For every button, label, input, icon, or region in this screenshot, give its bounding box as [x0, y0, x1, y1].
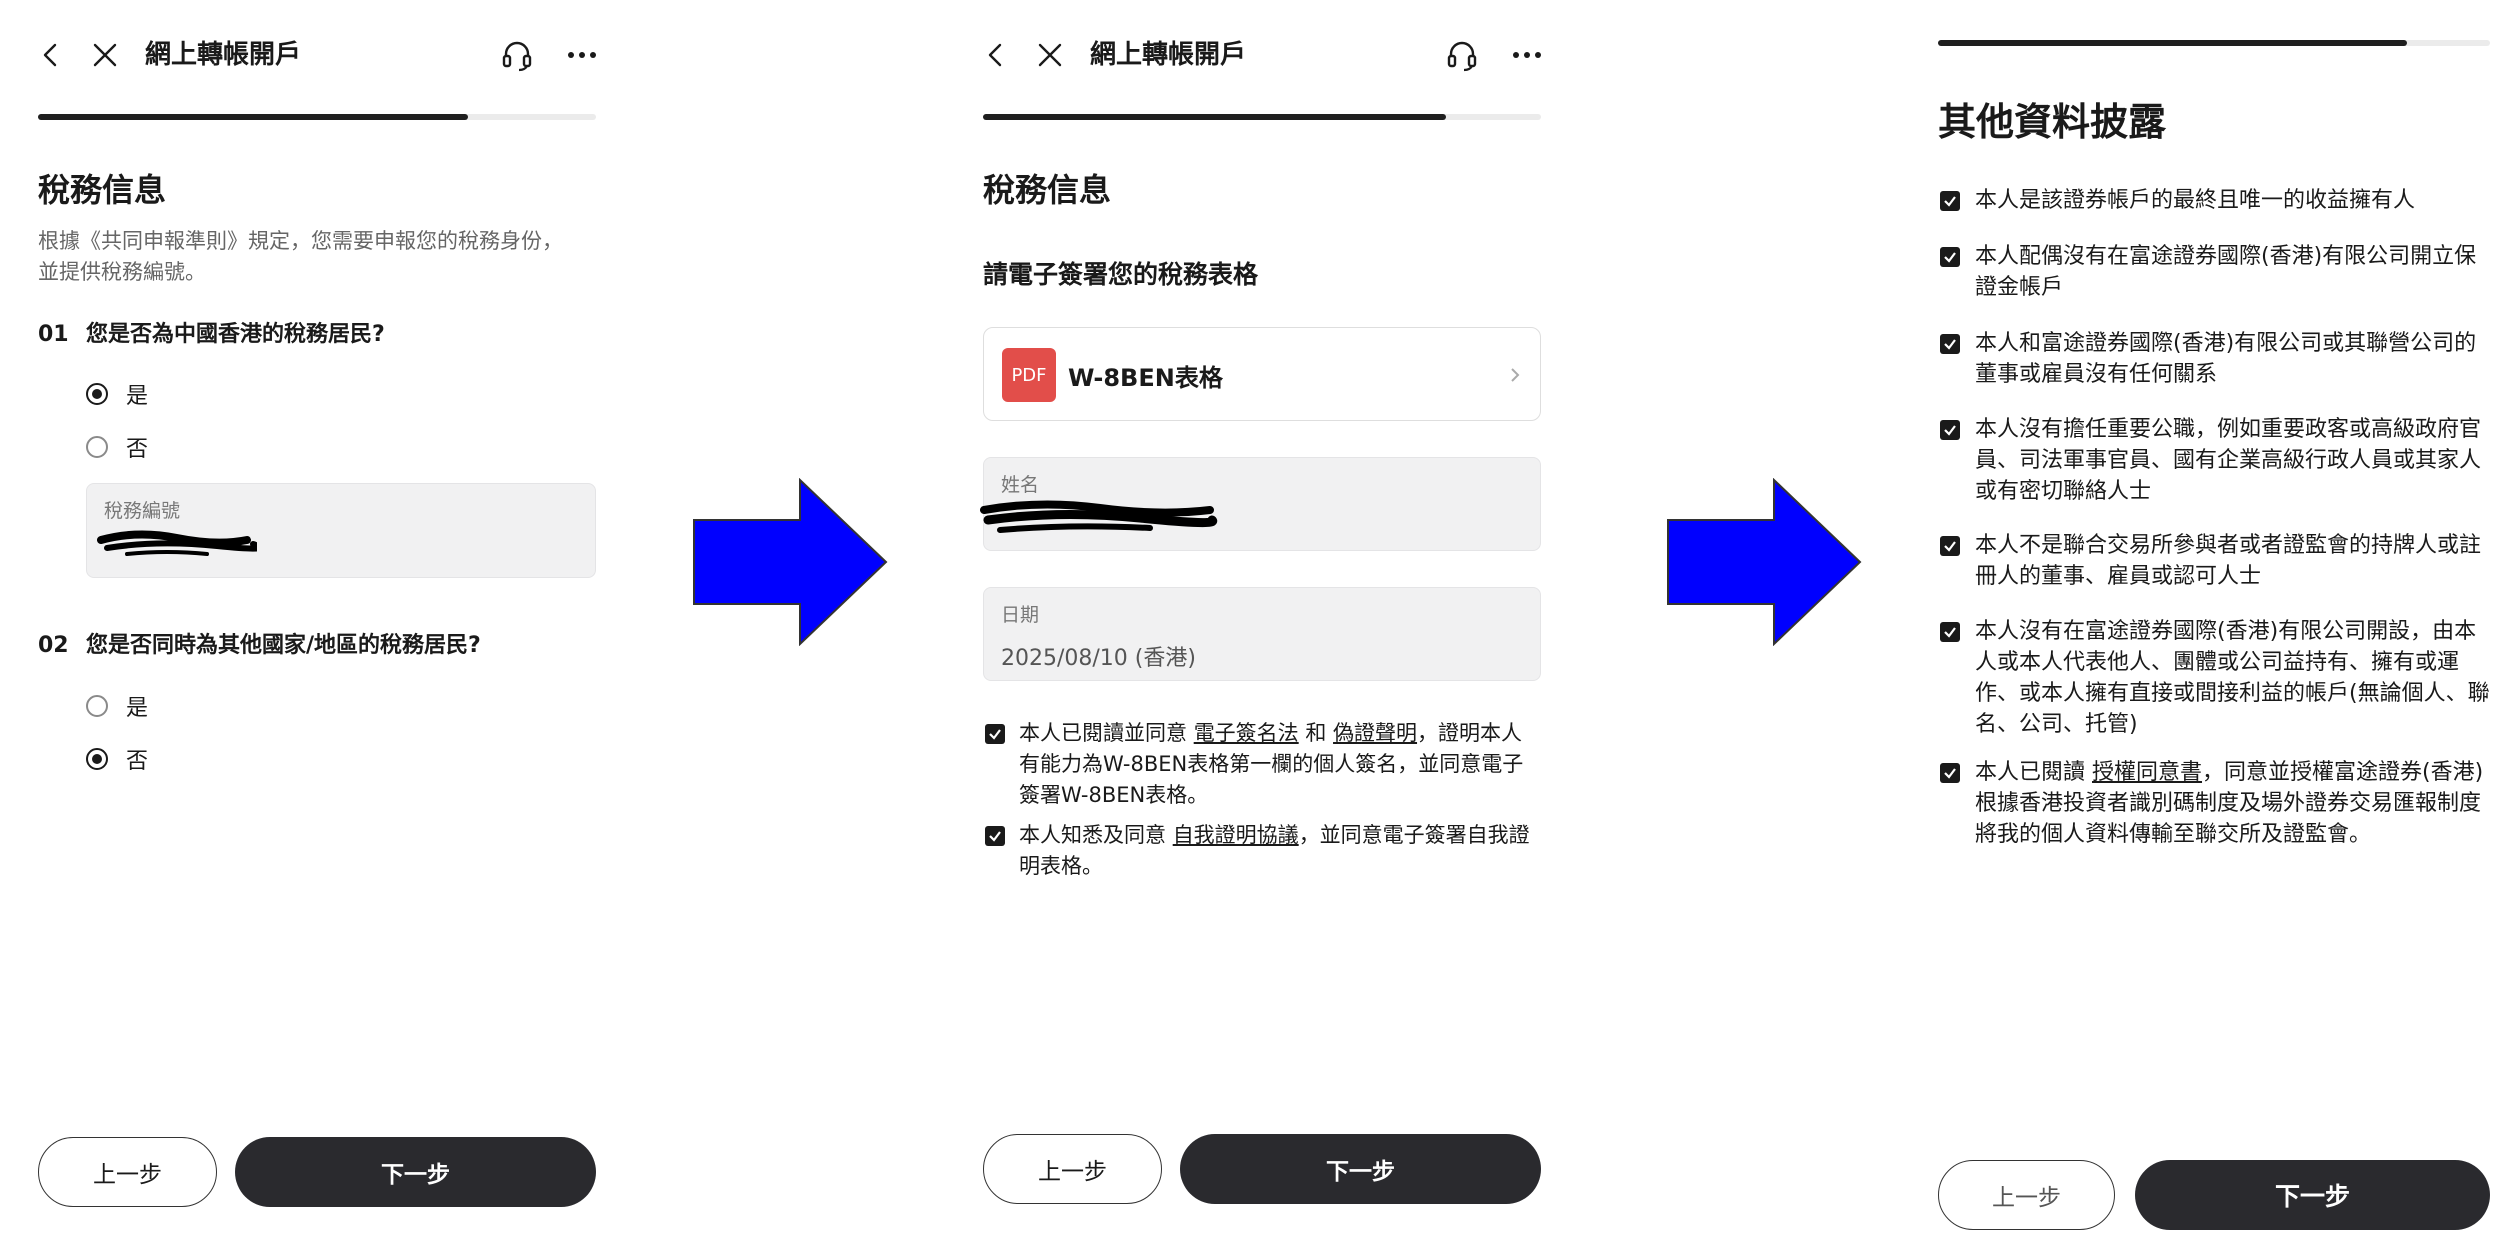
progress-bar — [1938, 40, 2490, 46]
checkbox-checked[interactable] — [1940, 247, 1960, 267]
disclosure-item[interactable]: 本人沒有在富途證券國際(香港)有限公司開設，由本人或本人代表他人、團體或公司益持… — [1938, 616, 2490, 740]
page-title: 其他資料披露 — [1938, 100, 2167, 144]
option-label: 否 — [126, 437, 149, 462]
progress-bar — [983, 114, 1541, 120]
redacted-value — [97, 530, 257, 556]
item-text: 本人不是聯合交易所參與者或者證監會的持牌人或註冊人的董事、雇員或認可人士 — [1975, 533, 2482, 589]
field-label: 姓名 — [1001, 474, 1040, 496]
disclosure-item-authorization[interactable]: 本人已閱讀 授權同意書，同意並授權富途證券(香港)根據香港投資者識別碼制度及場外… — [1938, 757, 2490, 850]
arrow-right-icon — [1667, 478, 1862, 646]
nav-bar: 網上轉帳開戶 — [38, 26, 596, 84]
q1-option-no[interactable]: 否 — [86, 429, 148, 465]
item-text: 本人沒有擔任重要公職，例如重要政客或高級政府官員、司法軍事官員、國有企業高級行政… — [1975, 417, 2482, 504]
redacted-value — [980, 500, 1218, 533]
screen-tax-form-sign: 網上轉帳開戶 稅務信息 請電子簽署您的稅務表格 PDF W-8BEN表格 姓名 … — [980, 0, 1541, 1254]
item-text: 本人沒有在富途證券國際(香港)有限公司開設，由本人或本人代表他人、團體或公司益持… — [1975, 619, 2490, 737]
screen-tax-residency: 網上轉帳開戶 稅務信息 根據《共同申報準則》規定，您需要申報您的稅務身份，並提供… — [38, 0, 596, 1254]
radio-unselected[interactable] — [86, 695, 108, 717]
radio-unselected[interactable] — [86, 436, 108, 458]
disclosure-item[interactable]: 本人不是聯合交易所參與者或者證監會的持牌人或註冊人的董事、雇員或認可人士 — [1938, 530, 2490, 592]
field-label: 日期 — [1001, 604, 1040, 626]
section-subtitle: 請電子簽署您的稅務表格 — [983, 260, 1259, 289]
w8ben-form-card[interactable]: PDF W-8BEN表格 — [983, 327, 1541, 421]
question-number: 02 — [38, 633, 69, 658]
question-number: 01 — [38, 322, 69, 347]
radio-selected[interactable] — [86, 748, 108, 770]
checkbox-checked[interactable] — [1940, 622, 1960, 642]
option-label: 否 — [126, 749, 149, 774]
q2-option-yes[interactable]: 是 — [86, 688, 148, 724]
esign-law-link[interactable]: 電子簽名法 — [1194, 721, 1299, 745]
more-icon[interactable] — [1498, 26, 1556, 84]
q1-option-yes[interactable]: 是 — [86, 376, 148, 412]
next-button[interactable]: 下一步 — [235, 1137, 596, 1207]
pdf-icon: PDF — [1002, 348, 1056, 402]
prev-button[interactable]: 上一步 — [1938, 1160, 2115, 1230]
checkbox-checked[interactable] — [985, 724, 1005, 744]
screen-other-disclosures: 其他資料披露 本人是該證券帳戶的最終且唯一的收益擁有人本人配偶沒有在富途證券國際… — [1938, 0, 2490, 1254]
self-cert-link[interactable]: 自我證明協議 — [1173, 823, 1299, 847]
checkbox-checked[interactable] — [1940, 191, 1960, 211]
agree-text: 本人知悉及同意 — [1019, 823, 1173, 847]
next-button[interactable]: 下一步 — [1180, 1134, 1541, 1204]
checkbox-checked[interactable] — [1940, 420, 1960, 440]
radio-selected[interactable] — [86, 383, 108, 405]
tax-number-field[interactable]: 稅務編號 — [86, 483, 596, 578]
field-label: 稅務編號 — [104, 500, 181, 522]
date-field: 日期 2025/08/10 (香港) — [983, 587, 1541, 681]
agree-self-cert-checkbox[interactable]: 本人知悉及同意 自我證明協議，並同意電子簽署自我證明表格。 — [983, 820, 1541, 882]
item-text: 本人和富途證券國際(香港)有限公司或其聯營公司的董事或雇員沒有任何關系 — [1975, 331, 2477, 387]
next-button[interactable]: 下一步 — [2135, 1160, 2490, 1230]
nav-title: 網上轉帳開戶 — [1090, 40, 1247, 70]
headset-icon[interactable] — [488, 26, 546, 84]
name-field[interactable]: 姓名 — [980, 457, 1541, 551]
checkbox-checked[interactable] — [985, 826, 1005, 846]
close-icon[interactable] — [1021, 26, 1079, 84]
progress-bar — [38, 114, 596, 120]
disclosure-item[interactable]: 本人沒有擔任重要公職，例如重要政客或高級政府官員、司法軍事官員、國有企業高級行政… — [1938, 414, 2490, 507]
page-description: 根據《共同申報準則》規定，您需要申報您的稅務身份，並提供稅務編號。 — [38, 229, 563, 284]
question-2: 02 您是否同時為其他國家/地區的稅務居民? — [38, 631, 481, 661]
agree-esign-checkbox[interactable]: 本人已閱讀並同意 電子簽名法 和 偽證聲明，證明本人有能力為W-8BEN表格第一… — [983, 718, 1541, 811]
option-label: 是 — [126, 384, 149, 409]
page-title: 稅務信息 — [983, 171, 1112, 209]
page-title: 稅務信息 — [38, 171, 167, 209]
item-text: 本人是該證券帳戶的最終且唯一的收益擁有人 — [1975, 188, 2416, 213]
chevron-right-icon — [1511, 368, 1520, 382]
arrow-right-icon — [693, 478, 888, 646]
more-icon[interactable] — [553, 26, 611, 84]
item-text: 本人已閱讀 — [1975, 760, 2092, 785]
disclosure-item[interactable]: 本人是該證券帳戶的最終且唯一的收益擁有人 — [1938, 185, 2490, 216]
q2-option-no[interactable]: 否 — [86, 741, 148, 777]
form-name: W-8BEN表格 — [1068, 364, 1223, 392]
prev-button[interactable]: 上一步 — [38, 1137, 217, 1207]
agree-text: 和 — [1298, 721, 1334, 745]
nav-title: 網上轉帳開戶 — [145, 40, 302, 70]
prev-button[interactable]: 上一步 — [983, 1134, 1162, 1204]
question-text: 您是否同時為其他國家/地區的稅務居民? — [86, 633, 481, 658]
disclosure-item[interactable]: 本人配偶沒有在富途證券國際(香港)有限公司開立保證金帳戶 — [1938, 241, 2490, 303]
perjury-link[interactable]: 偽證聲明 — [1333, 721, 1417, 745]
disclosure-item[interactable]: 本人和富途證券國際(香港)有限公司或其聯營公司的董事或雇員沒有任何關系 — [1938, 328, 2490, 390]
back-icon[interactable] — [22, 26, 80, 84]
headset-icon[interactable] — [1433, 26, 1491, 84]
close-icon[interactable] — [76, 26, 134, 84]
nav-bar: 網上轉帳開戶 — [983, 26, 1541, 84]
date-value: 2025/08/10 (香港) — [1001, 646, 1196, 671]
authorization-link[interactable]: 授權同意書 — [2092, 760, 2202, 785]
checkbox-checked[interactable] — [1940, 536, 1960, 556]
item-text: 本人配偶沒有在富途證券國際(香港)有限公司開立保證金帳戶 — [1975, 244, 2477, 300]
checkbox-checked[interactable] — [1940, 763, 1960, 783]
question-text: 您是否為中國香港的稅務居民? — [86, 322, 385, 347]
question-1: 01 您是否為中國香港的稅務居民? — [38, 320, 385, 350]
checkbox-checked[interactable] — [1940, 334, 1960, 354]
option-label: 是 — [126, 696, 149, 721]
back-icon[interactable] — [967, 26, 1025, 84]
agree-text: 本人已閱讀並同意 — [1019, 721, 1194, 745]
